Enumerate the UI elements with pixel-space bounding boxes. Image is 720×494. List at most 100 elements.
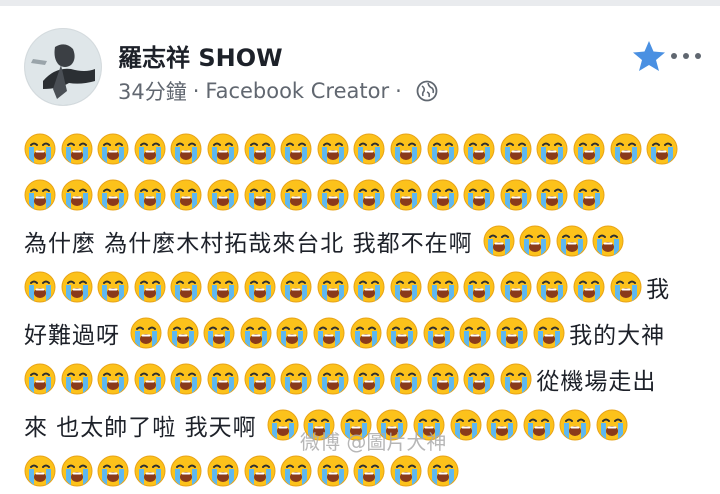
message-text: 我的大神 xyxy=(569,323,666,349)
crying-face-emoji-icon xyxy=(317,271,349,303)
crying-face-emoji-icon xyxy=(167,317,199,349)
crying-face-emoji-icon xyxy=(134,363,166,395)
crying-face-emoji-icon xyxy=(317,133,349,165)
crying-face-emoji-icon xyxy=(463,179,495,211)
post-time[interactable]: 34分鐘 xyxy=(118,76,187,106)
crying-face-emoji-icon xyxy=(610,133,642,165)
crying-face-emoji-icon xyxy=(244,455,276,487)
crying-face-emoji-icon xyxy=(24,133,56,165)
crying-face-emoji-icon xyxy=(573,179,605,211)
crying-face-emoji-icon xyxy=(390,133,422,165)
crying-face-emoji-icon xyxy=(276,317,308,349)
crying-face-emoji-icon xyxy=(500,179,532,211)
message-line: 我 xyxy=(24,264,704,310)
message-text: 為什麼 為什麼木村拓哉來台北 我都不在啊 xyxy=(24,231,473,257)
crying-face-emoji-icon xyxy=(170,179,202,211)
crying-face-emoji-icon xyxy=(170,363,202,395)
crying-face-emoji-icon xyxy=(500,363,532,395)
meta-separator: · xyxy=(192,79,200,103)
more-options-icon[interactable] xyxy=(671,50,701,62)
crying-face-emoji-icon xyxy=(61,455,93,487)
crying-face-emoji-icon xyxy=(573,271,605,303)
crying-face-emoji-icon xyxy=(556,225,588,257)
crying-face-emoji-icon xyxy=(134,455,166,487)
message-line: 為什麼 為什麼木村拓哉來台北 我都不在啊 xyxy=(24,218,704,264)
crying-face-emoji-icon xyxy=(97,363,129,395)
message-text: 從機場走出 xyxy=(536,369,657,395)
crying-face-emoji-icon xyxy=(61,179,93,211)
crying-face-emoji-icon xyxy=(317,455,349,487)
crying-face-emoji-icon xyxy=(130,317,162,349)
crying-face-emoji-icon xyxy=(536,271,568,303)
crying-face-emoji-icon xyxy=(463,133,495,165)
facebook-post: 羅志祥 SHOW 34分鐘 · Facebook Creator · 為什麼 為… xyxy=(0,6,720,487)
crying-face-emoji-icon xyxy=(97,271,129,303)
crying-face-emoji-icon xyxy=(353,271,385,303)
crying-face-emoji-icon xyxy=(353,179,385,211)
crying-face-emoji-icon xyxy=(353,133,385,165)
crying-face-emoji-icon xyxy=(427,271,459,303)
crying-face-emoji-icon xyxy=(427,455,459,487)
crying-face-emoji-icon xyxy=(170,133,202,165)
message-text: 好難過呀 xyxy=(24,323,120,349)
crying-face-emoji-icon xyxy=(267,409,299,441)
post-source[interactable]: Facebook Creator xyxy=(205,79,389,103)
crying-face-emoji-icon xyxy=(390,179,422,211)
crying-face-emoji-icon xyxy=(24,271,56,303)
avatar[interactable] xyxy=(24,28,102,106)
crying-face-emoji-icon xyxy=(423,317,455,349)
crying-face-emoji-icon xyxy=(483,225,515,257)
crying-face-emoji-icon xyxy=(353,363,385,395)
crying-face-emoji-icon xyxy=(350,317,382,349)
crying-face-emoji-icon xyxy=(170,455,202,487)
message-text: 來 也太帥了啦 我天啊 xyxy=(24,415,257,441)
globe-icon[interactable] xyxy=(416,80,438,102)
crying-face-emoji-icon xyxy=(24,179,56,211)
crying-face-emoji-icon xyxy=(317,363,349,395)
crying-face-emoji-icon xyxy=(427,179,459,211)
crying-face-emoji-icon xyxy=(240,317,272,349)
crying-face-emoji-icon xyxy=(390,363,422,395)
message-line: 從機場走出 xyxy=(24,356,704,402)
crying-face-emoji-icon xyxy=(486,409,518,441)
crying-face-emoji-icon xyxy=(496,317,528,349)
crying-face-emoji-icon xyxy=(353,455,385,487)
crying-face-emoji-icon xyxy=(390,455,422,487)
crying-face-emoji-icon xyxy=(463,271,495,303)
crying-face-emoji-icon xyxy=(134,179,166,211)
crying-face-emoji-icon xyxy=(280,455,312,487)
crying-face-emoji-icon xyxy=(134,271,166,303)
message-text: 我 xyxy=(646,277,671,303)
crying-face-emoji-icon xyxy=(390,271,422,303)
crying-face-emoji-icon xyxy=(573,133,605,165)
crying-face-emoji-icon xyxy=(280,133,312,165)
message-line: 好難過呀 我的大神 xyxy=(24,310,704,356)
author-name[interactable]: 羅志祥 SHOW xyxy=(118,38,283,73)
crying-face-emoji-icon xyxy=(559,409,591,441)
crying-face-emoji-icon xyxy=(427,363,459,395)
crying-face-emoji-icon xyxy=(313,317,345,349)
crying-face-emoji-icon xyxy=(61,363,93,395)
crying-face-emoji-icon xyxy=(533,317,565,349)
meta-separator: · xyxy=(395,79,402,103)
star-icon[interactable] xyxy=(632,40,666,72)
crying-face-emoji-icon xyxy=(97,133,129,165)
crying-face-emoji-icon xyxy=(523,409,555,441)
crying-face-emoji-icon xyxy=(170,271,202,303)
crying-face-emoji-icon xyxy=(500,271,532,303)
crying-face-emoji-icon xyxy=(610,271,642,303)
crying-face-emoji-icon xyxy=(386,317,418,349)
crying-face-emoji-icon xyxy=(536,133,568,165)
crying-face-emoji-icon xyxy=(207,271,239,303)
post-meta: 34分鐘 · Facebook Creator · xyxy=(118,76,438,106)
crying-face-emoji-icon xyxy=(203,317,235,349)
crying-face-emoji-icon xyxy=(207,363,239,395)
crying-face-emoji-icon xyxy=(244,179,276,211)
crying-face-emoji-icon xyxy=(280,179,312,211)
crying-face-emoji-icon xyxy=(134,133,166,165)
crying-face-emoji-icon xyxy=(500,133,532,165)
crying-face-emoji-icon xyxy=(280,363,312,395)
watermark: 微博 @圖片大神 xyxy=(300,430,447,454)
crying-face-emoji-icon xyxy=(207,133,239,165)
crying-face-emoji-icon xyxy=(244,271,276,303)
